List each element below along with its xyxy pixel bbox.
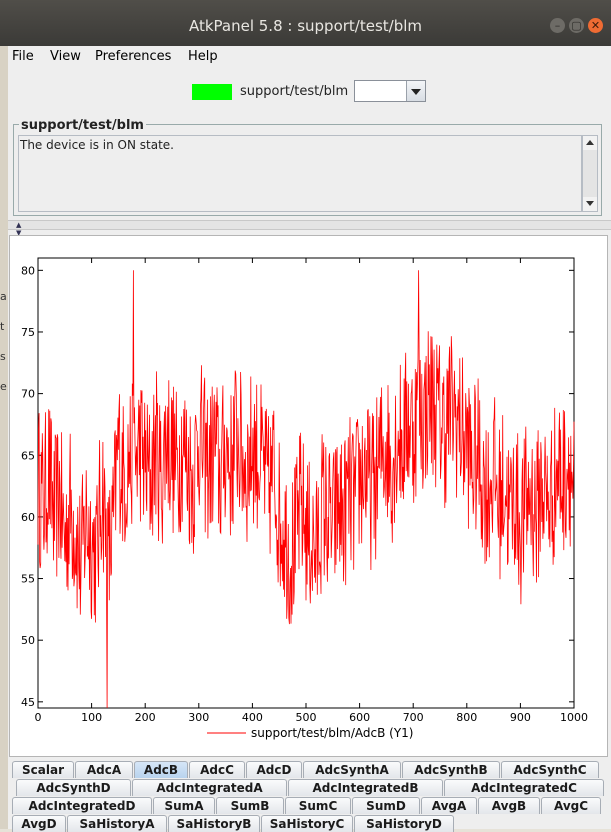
tab-suma[interactable]: SumA xyxy=(153,797,215,814)
tab-adcsynthb[interactable]: AdcSynthB xyxy=(402,761,500,778)
command-combo[interactable] xyxy=(354,80,426,102)
menu-file[interactable]: File xyxy=(12,49,34,64)
x-tick-label: 900 xyxy=(510,711,531,724)
attribute-tabs: Scalar AdcA AdcB AdcC AdcD AdcSynthA Adc… xyxy=(8,757,611,832)
tab-sahistorya[interactable]: SaHistoryA xyxy=(67,815,167,832)
tab-scalar[interactable]: Scalar xyxy=(12,761,74,778)
y-tick-label: 45 xyxy=(21,696,35,709)
y-tick-label: 70 xyxy=(21,388,35,401)
desktop-fragment: s xyxy=(0,350,6,363)
chevron-down-icon[interactable] xyxy=(406,81,425,101)
minimize-icon[interactable]: – xyxy=(550,18,565,33)
plot-frame xyxy=(37,257,575,709)
device-state-indicator xyxy=(192,84,232,100)
x-tick-label: 500 xyxy=(296,711,317,724)
tab-sumc[interactable]: SumC xyxy=(285,797,351,814)
menu-bar: File View Preferences Help xyxy=(8,46,611,68)
x-tick-label: 800 xyxy=(456,711,477,724)
chart-panel: 0 100 200 300 400 500 600 700 800 900 1000 45 50 55 60… xyxy=(9,235,608,757)
status-message: The device is in ON state. xyxy=(20,138,174,152)
y-tick-label: 50 xyxy=(21,634,35,647)
tab-adcc[interactable]: AdcC xyxy=(189,761,245,778)
series-line xyxy=(37,270,575,709)
tab-adcsynthd[interactable]: AdcSynthD xyxy=(16,779,131,796)
tab-avgd[interactable]: AvgD xyxy=(12,815,66,832)
tab-adcintegratedb[interactable]: AdcIntegratedB xyxy=(288,779,443,796)
maximize-icon[interactable]: ▢ xyxy=(569,18,584,33)
legend-label: support/test/blm/AdcB (Y1) xyxy=(251,726,413,740)
tab-avgb[interactable]: AvgB xyxy=(478,797,540,814)
y-tick-label: 65 xyxy=(21,449,35,462)
tab-avga[interactable]: AvgA xyxy=(421,797,477,814)
x-tick-label: 200 xyxy=(135,711,156,724)
x-tick-label: 100 xyxy=(81,711,102,724)
x-tick-label: 600 xyxy=(349,711,370,724)
status-scrollbar[interactable] xyxy=(582,135,598,212)
y-tick-label: 60 xyxy=(21,511,35,524)
tab-adcsynthc[interactable]: AdcSynthC xyxy=(501,761,599,778)
tab-adca[interactable]: AdcA xyxy=(75,761,133,778)
tab-adcb[interactable]: AdcB xyxy=(134,761,188,778)
tab-sahistoryc[interactable]: SaHistoryC xyxy=(261,815,353,832)
tab-adcintegrateda[interactable]: AdcIntegratedA xyxy=(132,779,287,796)
tab-sumb[interactable]: SumB xyxy=(216,797,284,814)
tab-adcd[interactable]: AdcD xyxy=(246,761,302,778)
device-name-label: support/test/blm xyxy=(240,84,349,99)
tab-sahistoryb[interactable]: SaHistoryB xyxy=(168,815,260,832)
tab-avgc[interactable]: AvgC xyxy=(541,797,601,814)
scroll-down-icon[interactable] xyxy=(583,197,597,211)
desktop-background: a t s e xyxy=(0,0,8,829)
x-tick-label: 700 xyxy=(403,711,424,724)
menu-view[interactable]: View xyxy=(50,49,81,64)
menu-help[interactable]: Help xyxy=(188,49,218,64)
tab-adcintegratedc[interactable]: AdcIntegratedC xyxy=(444,779,604,796)
split-pane-divider[interactable] xyxy=(8,220,611,230)
window-title-bar[interactable]: AtkPanel 5.8 : support/test/blm – ▢ ✕ xyxy=(0,0,611,46)
close-icon[interactable]: ✕ xyxy=(588,18,603,33)
window-title: AtkPanel 5.8 : support/test/blm xyxy=(188,17,423,35)
adc-chart: 0 100 200 300 400 500 600 700 800 900 1000 45 50 55 60… xyxy=(21,257,588,740)
scroll-up-icon[interactable] xyxy=(583,136,597,150)
desktop-fragment: e xyxy=(0,380,7,393)
status-text-area[interactable]: The device is in ON state. xyxy=(18,135,582,212)
x-tick-label: 0 xyxy=(35,711,42,724)
tab-sahistoryd[interactable]: SaHistoryD xyxy=(354,815,454,832)
x-tick-label: 300 xyxy=(188,711,209,724)
y-tick-label: 55 xyxy=(21,573,35,586)
desktop-fragment: t xyxy=(0,320,5,333)
desktop-fragment: a xyxy=(0,290,7,303)
y-tick-label: 75 xyxy=(21,326,35,339)
tab-adcsyntha[interactable]: AdcSynthA xyxy=(303,761,401,778)
x-tick-label: 1000 xyxy=(560,711,588,724)
tab-adcintegratedd[interactable]: AdcIntegratedD xyxy=(12,797,152,814)
y-tick-label: 80 xyxy=(21,264,35,277)
menu-preferences[interactable]: Preferences xyxy=(95,49,171,64)
x-tick-label: 400 xyxy=(242,711,263,724)
status-group-title: support/test/blm xyxy=(19,118,146,133)
tab-sumd[interactable]: SumD xyxy=(352,797,420,814)
